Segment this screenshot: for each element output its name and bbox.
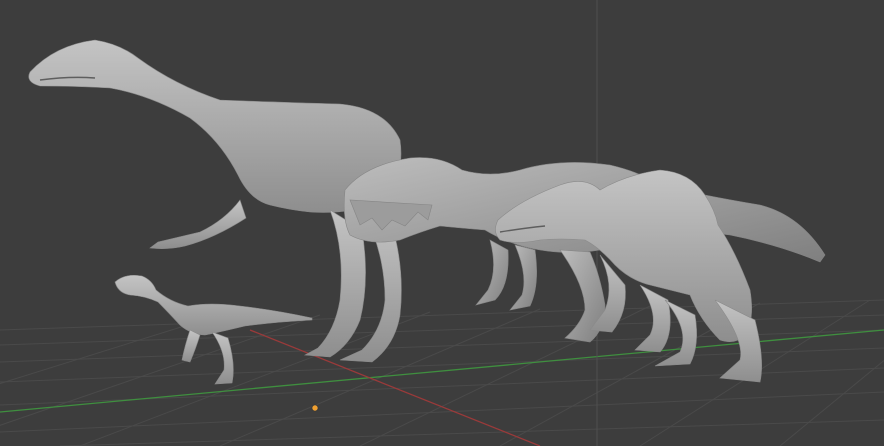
3d-viewport[interactable] (0, 0, 884, 446)
origin-marker[interactable] (311, 404, 319, 412)
small-theropod-model[interactable] (114, 274, 313, 385)
viewport-canvas[interactable] (0, 0, 884, 446)
